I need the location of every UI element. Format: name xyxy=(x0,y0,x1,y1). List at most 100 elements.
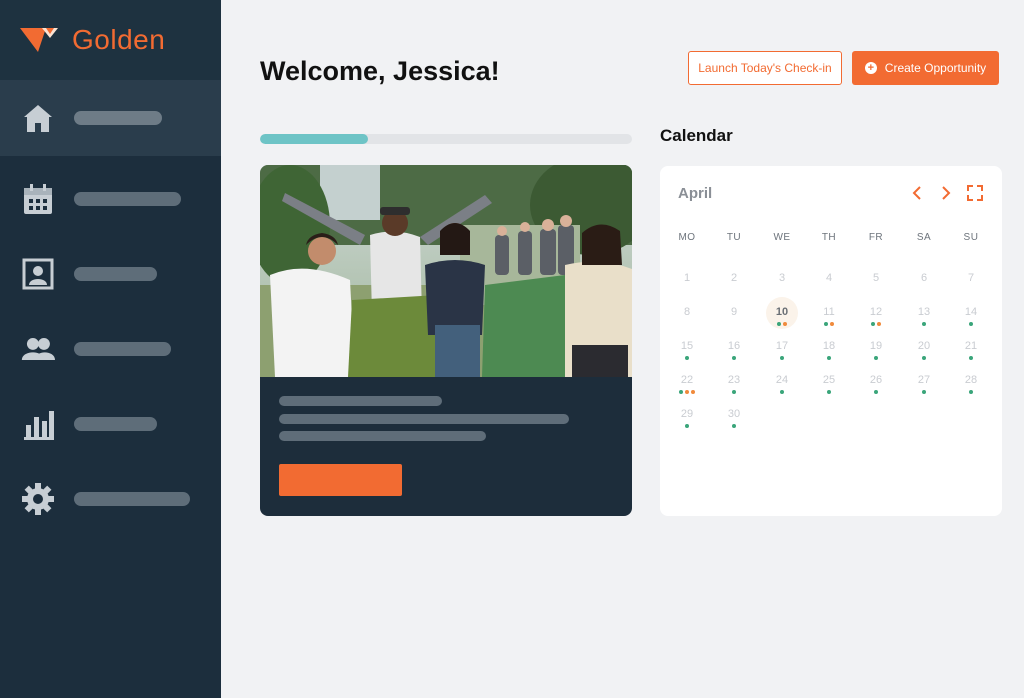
calendar-day[interactable]: 28 xyxy=(953,368,989,400)
calendar-day-number: 15 xyxy=(680,340,694,352)
weekday-label: WE xyxy=(773,232,791,243)
card-title-placeholder xyxy=(279,396,442,406)
calendar-day[interactable]: 8 xyxy=(669,300,705,332)
event-dots xyxy=(906,356,942,360)
card-text-placeholder xyxy=(279,414,569,424)
calendar-day-number: 13 xyxy=(917,306,931,318)
opportunity-card[interactable] xyxy=(260,165,632,516)
calendar-day[interactable]: 26 xyxy=(858,368,894,400)
calendar-day[interactable]: 23 xyxy=(716,368,752,400)
event-dots xyxy=(716,424,752,428)
calendar-day[interactable]: 1 xyxy=(669,266,705,298)
card-text-placeholder xyxy=(279,431,486,441)
event-dot xyxy=(871,322,875,326)
golden-logo-icon xyxy=(20,28,58,52)
calendar-day[interactable]: 19 xyxy=(858,334,894,366)
calendar-day[interactable]: 25 xyxy=(811,368,847,400)
event-dot xyxy=(679,390,683,394)
launch-checkin-button[interactable]: Launch Today's Check-in xyxy=(688,51,842,85)
calendar-day[interactable]: 14 xyxy=(953,300,989,332)
calendar-day-number: 24 xyxy=(775,374,789,386)
sidebar-item-label xyxy=(74,267,157,281)
calendar-day[interactable]: 7 xyxy=(953,266,989,298)
sidebar-item-label xyxy=(74,192,181,206)
sidebar-item-profile[interactable] xyxy=(0,236,221,312)
calendar-day-number: 8 xyxy=(683,306,691,318)
weekday-label: TH xyxy=(821,232,837,243)
calendar-day[interactable]: 30 xyxy=(716,402,752,434)
chevron-right-icon[interactable] xyxy=(936,183,956,203)
sidebar-item-label xyxy=(74,111,162,125)
weekday-label: MO xyxy=(678,232,696,243)
event-dot xyxy=(732,356,736,360)
calendar-day[interactable]: 12 xyxy=(858,300,894,332)
chevron-left-icon[interactable] xyxy=(907,183,927,203)
progress-bar xyxy=(260,134,632,144)
calendar-day-number: 18 xyxy=(822,340,836,352)
calendar-day[interactable]: 27 xyxy=(906,368,942,400)
event-dots xyxy=(669,424,705,428)
calendar-day[interactable]: 2 xyxy=(716,266,752,298)
bar-chart-icon xyxy=(21,407,55,441)
calendar-day[interactable]: 11 xyxy=(811,300,847,332)
event-dot xyxy=(780,356,784,360)
event-dots xyxy=(811,322,847,326)
sidebar-item-label xyxy=(74,342,171,356)
sidebar-item-label xyxy=(74,492,190,506)
create-opportunity-label: Create Opportunity xyxy=(884,61,987,75)
calendar-day[interactable]: 24 xyxy=(764,368,800,400)
calendar-day-number: 30 xyxy=(727,408,741,420)
event-dot xyxy=(732,424,736,428)
profile-icon xyxy=(21,257,55,291)
create-opportunity-button[interactable]: + Create Opportunity xyxy=(852,51,999,85)
event-dots xyxy=(716,356,752,360)
event-dots xyxy=(953,322,989,326)
brand[interactable]: Golden xyxy=(0,0,221,80)
event-dot xyxy=(824,322,828,326)
calendar-day[interactable]: 18 xyxy=(811,334,847,366)
calendar-day[interactable]: 9 xyxy=(716,300,752,332)
calendar-day[interactable]: 22 xyxy=(669,368,705,400)
calendar-day[interactable]: 16 xyxy=(716,334,752,366)
calendar-day-number: 12 xyxy=(869,306,883,318)
calendar-day-number: 29 xyxy=(680,408,694,420)
event-dot xyxy=(827,356,831,360)
calendar-day[interactable]: 15 xyxy=(669,334,705,366)
event-dot xyxy=(969,322,973,326)
calendar-icon xyxy=(21,182,55,216)
calendar-day-number: 10 xyxy=(775,306,789,318)
sidebar-item-label xyxy=(74,417,157,431)
event-dots xyxy=(906,390,942,394)
calendar-day[interactable]: 29 xyxy=(669,402,705,434)
event-dots xyxy=(764,322,800,326)
sidebar-item-settings[interactable] xyxy=(0,461,221,537)
event-dot xyxy=(922,322,926,326)
people-icon xyxy=(21,332,55,366)
calendar-day-number: 17 xyxy=(775,340,789,352)
event-dots xyxy=(858,322,894,326)
calendar-day[interactable]: 6 xyxy=(906,266,942,298)
page-title: Welcome, Jessica! xyxy=(260,56,500,86)
sidebar-item-home[interactable] xyxy=(0,80,221,156)
calendar-day[interactable]: 21 xyxy=(953,334,989,366)
event-dot xyxy=(783,322,787,326)
event-dots xyxy=(764,356,800,360)
calendar-day-number: 20 xyxy=(917,340,931,352)
calendar-day[interactable]: 4 xyxy=(811,266,847,298)
card-action-button[interactable] xyxy=(279,464,402,496)
calendar-day[interactable]: 20 xyxy=(906,334,942,366)
calendar-day[interactable]: 17 xyxy=(764,334,800,366)
calendar-day-number: 7 xyxy=(967,272,975,284)
weekday-label: TU xyxy=(726,232,742,243)
sidebar-item-reports[interactable] xyxy=(0,386,221,462)
event-dot xyxy=(780,390,784,394)
sidebar-item-calendar[interactable] xyxy=(0,161,221,237)
calendar-day[interactable]: 10 xyxy=(764,297,800,332)
calendar-day[interactable]: 13 xyxy=(906,300,942,332)
expand-icon[interactable] xyxy=(965,183,985,203)
calendar-day[interactable]: 5 xyxy=(858,266,894,298)
sidebar-item-people[interactable] xyxy=(0,311,221,387)
event-dot xyxy=(777,322,781,326)
calendar-day[interactable]: 3 xyxy=(764,266,800,298)
calendar-day-number: 22 xyxy=(680,374,694,386)
